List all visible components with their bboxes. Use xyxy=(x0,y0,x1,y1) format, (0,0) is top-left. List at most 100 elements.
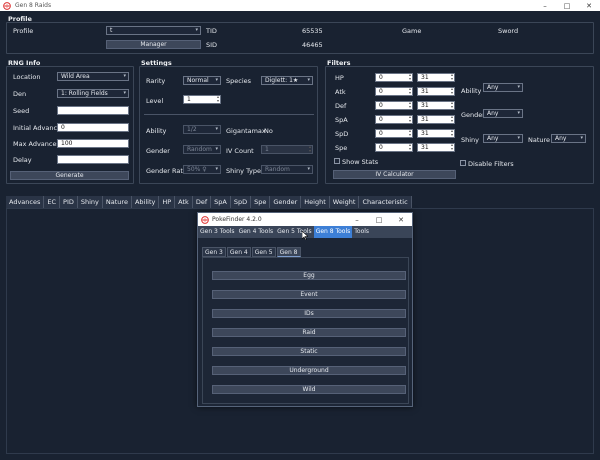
column-header[interactable]: Gender xyxy=(270,196,302,208)
chevron-down-icon: ▾ xyxy=(517,84,520,90)
gender-label: Gender xyxy=(146,147,170,155)
filter-atk-min-spinbox[interactable]: 0 ▴ ▾ xyxy=(375,87,413,96)
filter-min-value: 0 xyxy=(379,130,383,137)
filter-ability-combo[interactable]: Any ▾ xyxy=(483,83,523,92)
filter-spe-max-spinbox[interactable]: 31 ▴ ▾ xyxy=(417,143,455,152)
iv-count-spinbox[interactable]: 1 ▴ ▾ xyxy=(261,145,313,154)
tab-gen-8[interactable]: Gen 8 xyxy=(276,247,301,257)
column-header[interactable]: Ability xyxy=(132,196,160,208)
iv-calculator-button[interactable]: IV Calculator xyxy=(333,170,456,179)
column-header[interactable]: Characteristic xyxy=(359,196,412,208)
column-header[interactable]: Def xyxy=(193,196,212,208)
filter-spd-max-spinbox[interactable]: 31 ▴ ▾ xyxy=(417,129,455,138)
underground-button[interactable]: Underground xyxy=(212,366,406,375)
tid-label: TID xyxy=(206,27,217,35)
column-header[interactable]: PID xyxy=(60,196,78,208)
gender-combo[interactable]: Random ▾ xyxy=(183,145,221,154)
column-header[interactable]: HP xyxy=(159,196,176,208)
column-header[interactable]: Advances xyxy=(6,196,45,208)
max-advances-input[interactable]: 100 xyxy=(57,139,129,148)
seed-label: Seed xyxy=(13,107,30,115)
filter-nature-combo-value: Any xyxy=(555,135,567,142)
generate-button[interactable]: Generate xyxy=(10,171,129,180)
egg-button[interactable]: Egg xyxy=(212,271,406,280)
filter-max-value: 31 xyxy=(421,130,429,137)
rarity-combo[interactable]: Normal ▾ xyxy=(183,76,221,85)
menu-item[interactable]: Gen 8 Tools xyxy=(313,226,353,238)
window-title: Gen 8 Raids xyxy=(15,2,52,9)
close-button[interactable]: ✕ xyxy=(578,0,600,11)
show-stats-checkbox[interactable] xyxy=(334,158,340,164)
popup-close-button[interactable]: ✕ xyxy=(390,213,412,226)
filter-atk-max-spinbox[interactable]: 31 ▴ ▾ xyxy=(417,87,455,96)
filter-spe-min-spinbox[interactable]: 0 ▴ ▾ xyxy=(375,143,413,152)
delay-input[interactable] xyxy=(57,155,129,164)
column-header[interactable]: Height xyxy=(301,196,330,208)
filter-spa-max-spinbox[interactable]: 31 ▴ ▾ xyxy=(417,115,455,124)
gender-ratio-combo[interactable]: 50% ♀ ▾ xyxy=(183,165,221,174)
filter-spd-min-spinbox[interactable]: 0 ▴ ▾ xyxy=(375,129,413,138)
disable-filters-checkbox[interactable] xyxy=(460,160,466,166)
filter-nature-combo[interactable]: Any ▾ xyxy=(551,134,586,143)
wild-button[interactable]: Wild xyxy=(212,385,406,394)
menu-item[interactable]: Gen 4 Tools xyxy=(237,226,276,238)
menu-item[interactable]: Tools xyxy=(352,226,371,238)
raid-button[interactable]: Raid xyxy=(212,328,406,337)
gigantamax-label: Gigantamax xyxy=(226,127,266,135)
column-header[interactable]: Nature xyxy=(103,196,132,208)
column-header[interactable]: Shiny xyxy=(78,196,103,208)
profile-combo[interactable]: t ▾ xyxy=(106,26,201,35)
filter-def-min-spinbox[interactable]: 0 ▴ ▾ xyxy=(375,101,413,110)
tid-value: 65535 xyxy=(302,27,323,35)
tab-gen-5[interactable]: Gen 5 xyxy=(251,247,276,257)
species-combo-value: Diglett: 1★ xyxy=(265,77,299,84)
minimize-button[interactable]: – xyxy=(534,0,556,11)
spin-arrows-icon: ▴ ▾ xyxy=(450,100,453,109)
spin-arrows-icon: ▴ ▾ xyxy=(450,128,453,137)
shiny-type-combo[interactable]: Random ▾ xyxy=(261,165,313,174)
level-spinbox[interactable]: 1 ▴ ▾ xyxy=(183,95,221,104)
iv-count-label: IV Count xyxy=(226,147,254,155)
pokefinder-popup-window: PokeFinder 4.2.0 – □ ✕ Gen 3 Tools Gen 4 … xyxy=(197,212,413,407)
species-combo[interactable]: Diglett: 1★ ▾ xyxy=(261,76,313,85)
filter-hp-min-spinbox[interactable]: 0 ▴ ▾ xyxy=(375,73,413,82)
filter-spa-min-spinbox[interactable]: 0 ▴ ▾ xyxy=(375,115,413,124)
column-header[interactable]: SpA xyxy=(211,196,231,208)
filter-hp-max-spinbox[interactable]: 31 ▴ ▾ xyxy=(417,73,455,82)
filter-shiny-combo[interactable]: Any ▾ xyxy=(483,134,523,143)
rarity-combo-value: Normal xyxy=(187,77,209,84)
seed-input[interactable] xyxy=(57,106,129,115)
tab-gen-3[interactable]: Gen 3 xyxy=(202,247,226,257)
filter-shiny-combo-value: Any xyxy=(487,135,499,142)
location-combo[interactable]: Wild Area ▾ xyxy=(57,72,129,81)
spin-arrows-icon: ▴ ▾ xyxy=(308,144,311,153)
initial-advances-input[interactable]: 0 xyxy=(57,123,129,132)
filter-spa-label: SpA xyxy=(335,116,348,124)
menu-item[interactable]: Gen 3 Tools xyxy=(198,226,237,238)
ability-label: Ability xyxy=(146,127,167,135)
static-button[interactable]: Static xyxy=(212,347,406,356)
manager-button[interactable]: Manager xyxy=(106,40,201,49)
column-header[interactable]: Weight xyxy=(330,196,360,208)
ability-combo[interactable]: 1/2 ▾ xyxy=(183,125,221,134)
column-header[interactable]: Atk xyxy=(175,196,193,208)
ids-button[interactable]: IDs xyxy=(212,309,406,318)
popup-maximize-button[interactable]: □ xyxy=(368,213,390,226)
den-combo[interactable]: 1: Rolling Fields ▾ xyxy=(57,89,129,98)
game-value: Sword xyxy=(498,27,519,35)
spin-arrows-icon: ▴ ▾ xyxy=(408,142,411,151)
filter-max-value: 31 xyxy=(421,74,429,81)
tab-gen-4[interactable]: Gen 4 xyxy=(226,247,251,257)
filter-def-max-spinbox[interactable]: 31 ▴ ▾ xyxy=(417,101,455,110)
column-header[interactable]: EC xyxy=(44,196,61,208)
event-button[interactable]: Event xyxy=(212,290,406,299)
filter-gender-combo[interactable]: Any ▾ xyxy=(483,109,523,118)
game-label: Game xyxy=(402,27,422,35)
maximize-button[interactable]: □ xyxy=(556,0,578,11)
filter-spe-label: Spe xyxy=(335,144,348,152)
column-header[interactable]: Spe xyxy=(251,196,271,208)
chevron-down-icon: ▾ xyxy=(123,90,126,96)
popup-tab-pane: Egg Event IDs Raid Static Underground Wild xyxy=(202,257,409,404)
popup-minimize-button[interactable]: – xyxy=(346,213,368,226)
column-header[interactable]: SpD xyxy=(231,196,252,208)
